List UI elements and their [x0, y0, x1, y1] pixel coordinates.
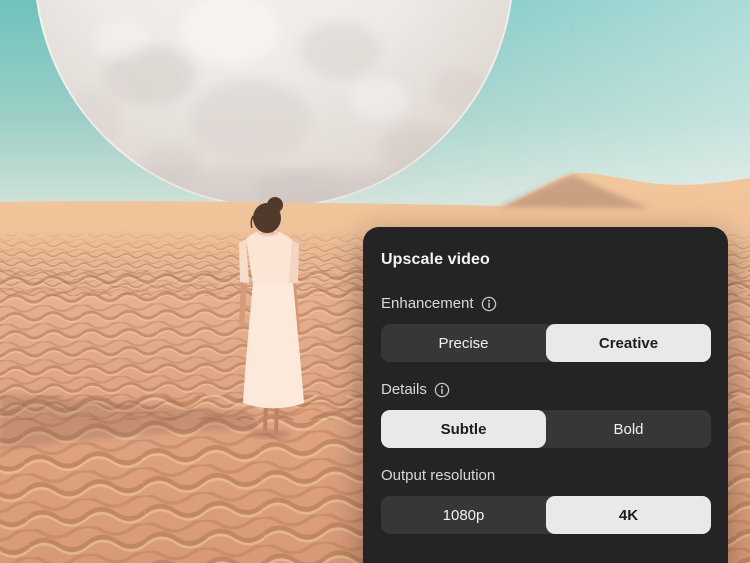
4k-button[interactable]: 4K — [546, 496, 711, 534]
1080p-button[interactable]: 1080p — [381, 496, 546, 534]
details-toggle: Subtle Bold — [381, 410, 711, 448]
creative-button[interactable]: Creative — [546, 324, 711, 362]
app-window: Upscale video Enhancement Precise Creati… — [0, 0, 750, 563]
upscale-video-panel: Upscale video Enhancement Precise Creati… — [363, 227, 728, 563]
output-resolution-label-text: Output resolution — [381, 467, 496, 484]
info-circle-icon[interactable] — [481, 296, 497, 312]
output-resolution-label: Output resolution — [381, 468, 711, 484]
enhancement-label-text: Enhancement — [381, 295, 474, 312]
info-circle-icon[interactable] — [434, 382, 450, 398]
subtle-button[interactable]: Subtle — [381, 410, 546, 448]
bold-button[interactable]: Bold — [546, 410, 711, 448]
enhancement-label: Enhancement — [381, 296, 711, 312]
output-resolution-toggle: 1080p 4K — [381, 496, 711, 534]
precise-button[interactable]: Precise — [381, 324, 546, 362]
details-label-text: Details — [381, 381, 427, 398]
details-label: Details — [381, 382, 711, 398]
panel-title: Upscale video — [381, 251, 490, 268]
enhancement-toggle: Precise Creative — [381, 324, 711, 362]
